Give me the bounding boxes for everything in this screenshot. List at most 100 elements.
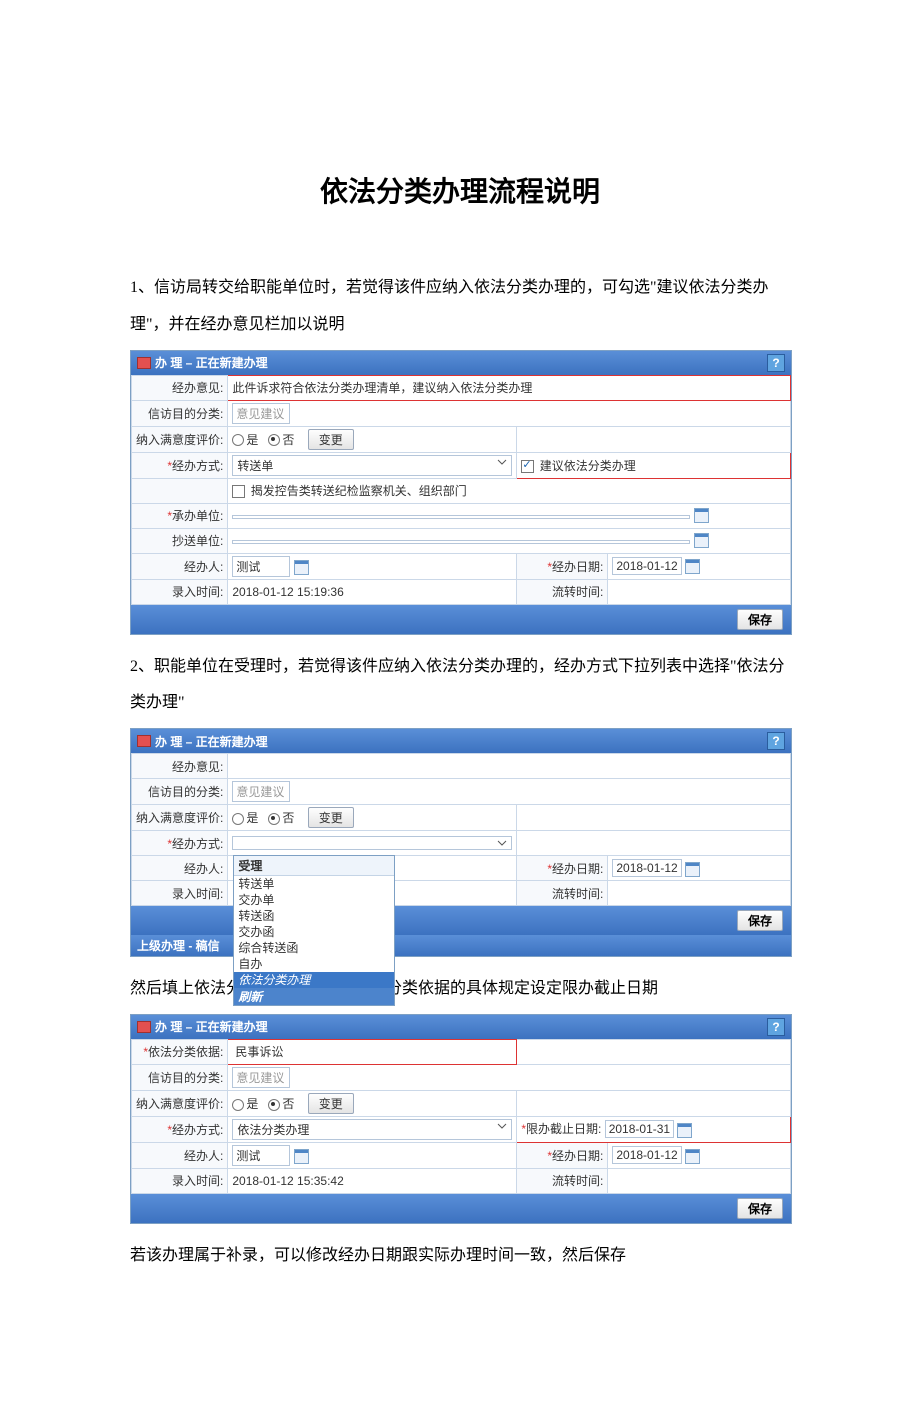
handle-date-input[interactable]: 2018-01-12	[612, 557, 681, 575]
paragraph-1: 1、信访局转交给职能单位时，若觉得该件应纳入依法分类办理的，可勾选"建议依法分类…	[130, 270, 790, 344]
dropdown-header: 受理	[234, 856, 394, 876]
help-button[interactable]: ?	[767, 732, 785, 750]
entry-time-value: 2018-01-12 15:19:36	[232, 585, 343, 599]
method-select[interactable]: 转送单	[232, 455, 512, 476]
opinion-value[interactable]: 此件诉求符合依法分类办理清单，建议纳入依法分类办理	[232, 381, 532, 395]
flow-time-label: 流转时间:	[517, 579, 608, 604]
radio-no[interactable]	[268, 434, 280, 446]
undertake-unit-label: 承办单位:	[172, 509, 223, 523]
screenshot-panel-1: 办 理 – 正在新建办理 ? 经办意见: 此件诉求符合依法分类办理清单，建议纳入…	[130, 350, 792, 635]
purpose-value: 意见建议	[232, 1067, 290, 1088]
lookup-icon[interactable]	[294, 1149, 309, 1164]
handler-input[interactable]: 测试	[232, 556, 290, 577]
purpose-label: 信访目的分类:	[132, 400, 228, 426]
chevron-down-icon	[497, 838, 507, 848]
chevron-down-icon	[497, 457, 507, 467]
cc-unit-input[interactable]	[232, 540, 690, 544]
method-label: 经办方式:	[172, 1123, 223, 1137]
window-icon	[137, 1021, 151, 1033]
radio-no[interactable]	[268, 813, 280, 825]
calendar-icon[interactable]	[677, 1123, 692, 1138]
method-value: 转送单	[237, 457, 273, 474]
handler-label: 经办人:	[132, 856, 228, 881]
radio-no-label: 否	[282, 811, 294, 825]
report-checkbox[interactable]	[232, 485, 245, 498]
dropdown-footer[interactable]: 刷新	[234, 988, 394, 1005]
radio-yes-label: 是	[246, 811, 258, 825]
purpose-label: 信访目的分类:	[132, 1064, 228, 1090]
deadline-input[interactable]: 2018-01-31	[605, 1120, 674, 1138]
entry-time-value: 2018-01-12 15:35:42	[232, 1174, 343, 1188]
help-button[interactable]: ?	[767, 1018, 785, 1036]
method-value: 依法分类办理	[237, 1121, 309, 1138]
change-button[interactable]: 变更	[308, 1093, 354, 1114]
panel-header: 办 理 – 正在新建办理 ?	[131, 1015, 791, 1039]
deadline-label: 限办截止日期:	[526, 1122, 601, 1136]
lookup-icon[interactable]	[694, 533, 709, 548]
panel-title: 办 理 – 正在新建办理	[155, 733, 268, 750]
radio-yes[interactable]	[232, 434, 244, 446]
handle-date-label: 经办日期:	[552, 1149, 603, 1163]
radio-yes[interactable]	[232, 1099, 244, 1111]
calendar-icon[interactable]	[685, 862, 700, 877]
panel-title: 办 理 – 正在新建办理	[155, 354, 268, 371]
screenshot-panel-3: 办 理 – 正在新建办理 ? *依法分类依据: 民事诉讼 信访目的分类: 意见建…	[130, 1014, 792, 1224]
legal-basis-label: 依法分类依据:	[148, 1045, 223, 1059]
panel-header: 办 理 – 正在新建办理 ?	[131, 351, 791, 375]
purpose-value: 意见建议	[232, 403, 290, 424]
dropdown-item-selected[interactable]: 依法分类办理	[234, 972, 394, 988]
handler-label: 经办人:	[132, 553, 228, 579]
handler-label: 经办人:	[132, 1142, 228, 1168]
radio-yes-label: 是	[246, 1097, 258, 1111]
panel-header: 办 理 – 正在新建办理 ?	[131, 729, 791, 753]
satisfaction-label: 纳入满意度评价:	[132, 805, 228, 831]
method-dropdown: 受理 转送单 交办单 转送函 交办函 综合转送函 自办 依法分类办理 刷新	[233, 855, 395, 1006]
satisfaction-label: 纳入满意度评价:	[132, 1090, 228, 1116]
radio-yes[interactable]	[232, 813, 244, 825]
suggest-legal-label: 建议依法分类办理	[540, 459, 636, 473]
save-button[interactable]: 保存	[737, 609, 783, 630]
handle-date-input[interactable]: 2018-01-12	[612, 1146, 681, 1164]
undertake-unit-input[interactable]	[232, 515, 690, 519]
radio-no[interactable]	[268, 1099, 280, 1111]
method-select[interactable]: 受理 转送单 交办单 转送函 交办函 综合转送函 自办 依法分类办理 刷新	[232, 836, 512, 850]
handle-date-input[interactable]: 2018-01-12	[612, 859, 681, 877]
method-label: 经办方式:	[172, 837, 223, 851]
radio-no-label: 否	[282, 433, 294, 447]
save-button[interactable]: 保存	[737, 1198, 783, 1219]
entry-time-label: 录入时间:	[132, 579, 228, 604]
lookup-icon[interactable]	[294, 560, 309, 575]
flow-time-label: 流转时间:	[517, 881, 608, 906]
cc-unit-label: 抄送单位:	[132, 528, 228, 553]
screenshot-panel-2: 办 理 – 正在新建办理 ? 经办意见: 信访目的分类: 意见建议 纳入满意度评…	[130, 728, 792, 957]
handler-input[interactable]: 测试	[232, 1145, 290, 1166]
dropdown-item[interactable]: 转送单	[234, 876, 394, 892]
opinion-label: 经办意见:	[132, 754, 228, 779]
page-title: 依法分类办理流程说明	[130, 170, 790, 210]
calendar-icon[interactable]	[685, 559, 700, 574]
window-icon	[137, 735, 151, 747]
paragraph-3: 然后填上依法分类依据，并根据依法分类依据的具体规定设定限办截止日期	[130, 971, 790, 1008]
calendar-icon[interactable]	[685, 1149, 700, 1164]
radio-yes-label: 是	[246, 433, 258, 447]
dropdown-item[interactable]: 自办	[234, 956, 394, 972]
suggest-legal-checkbox[interactable]	[521, 460, 534, 473]
change-button[interactable]: 变更	[308, 807, 354, 828]
change-button[interactable]: 变更	[308, 429, 354, 450]
legal-basis-input[interactable]: 民事诉讼	[232, 1042, 458, 1061]
panel-title: 办 理 – 正在新建办理	[155, 1018, 268, 1035]
flow-time-label: 流转时间:	[517, 1168, 608, 1193]
lookup-icon[interactable]	[694, 508, 709, 523]
save-button[interactable]: 保存	[737, 910, 783, 931]
dropdown-item[interactable]: 转送函	[234, 908, 394, 924]
handle-date-label: 经办日期:	[552, 560, 603, 574]
handle-date-label: 经办日期:	[552, 862, 603, 876]
satisfaction-label: 纳入满意度评价:	[132, 426, 228, 452]
dropdown-item[interactable]: 综合转送函	[234, 940, 394, 956]
dropdown-item[interactable]: 交办函	[234, 924, 394, 940]
dropdown-item[interactable]: 交办单	[234, 892, 394, 908]
method-select[interactable]: 依法分类办理	[232, 1119, 512, 1140]
opinion-label: 经办意见:	[132, 375, 228, 400]
radio-no-label: 否	[282, 1097, 294, 1111]
help-button[interactable]: ?	[767, 354, 785, 372]
